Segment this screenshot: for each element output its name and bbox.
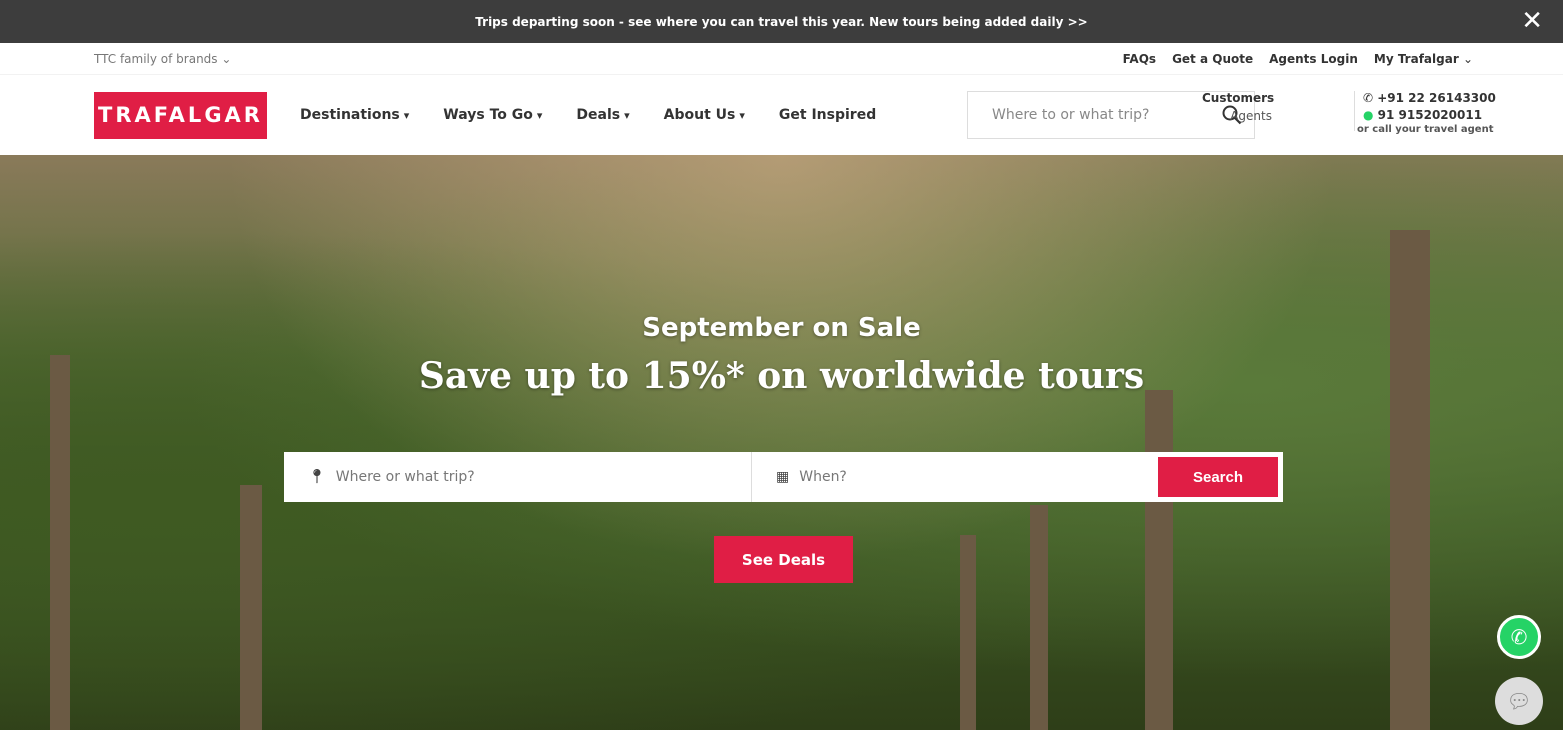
promo-banner-link[interactable]: Trips departing soon - see where you can… [475, 15, 1087, 29]
nav-ways-to-go[interactable]: Ways To Go ▾ [443, 107, 542, 123]
agents-login-link[interactable]: Agents Login [1269, 52, 1358, 66]
trip-search-bar: 📍︎ Where or what trip? ▦ When? Search [284, 452, 1283, 502]
when-placeholder: When? [799, 469, 847, 485]
hero-section: September on Sale Save up to 15%* on wor… [0, 155, 1563, 730]
phone-icon: ✆ [1363, 91, 1374, 105]
get-quote-link[interactable]: Get a Quote [1172, 52, 1253, 66]
close-icon[interactable]: ✕ [1521, 6, 1543, 36]
chevron-down-icon: ▾ [739, 109, 745, 122]
brands-label: TTC family of brands [94, 51, 218, 66]
see-deals-button[interactable]: See Deals [714, 536, 853, 583]
search-placeholder: Where to or what trip? [992, 107, 1150, 123]
nav-get-inspired[interactable]: Get Inspired [779, 107, 876, 123]
search-button[interactable]: Search [1158, 457, 1278, 497]
chevron-down-icon: ⌄ [1462, 51, 1473, 66]
chevron-down-icon: ⌄ [221, 51, 232, 66]
trafalgar-logo[interactable]: TRAFALGAR [94, 91, 267, 139]
my-trafalgar-dropdown[interactable]: My Trafalgar ⌄ [1374, 52, 1473, 66]
whatsapp-icon: ● [1363, 108, 1374, 122]
my-trafalgar-label: My Trafalgar [1373, 51, 1459, 66]
nav-label: About Us [663, 107, 736, 123]
whatsapp-chat-icon[interactable]: ✆ [1497, 615, 1541, 659]
brands-dropdown[interactable]: TTC family of brands ⌄ [94, 52, 231, 66]
travel-agent-note: or call your travel agent [1357, 124, 1494, 135]
calendar-icon: ▦ [776, 469, 790, 485]
customers-label: Customers [1202, 91, 1275, 105]
where-placeholder: Where or what trip? [335, 469, 475, 485]
chevron-down-icon: ▾ [624, 109, 630, 122]
chat-bubble-icon[interactable]: 💬︎ [1495, 677, 1543, 725]
nav-destinations[interactable]: Destinations ▾ [300, 107, 409, 123]
nav-deals[interactable]: Deals ▾ [576, 107, 629, 123]
when-input[interactable]: ▦ When? [752, 469, 1158, 485]
nav-about-us[interactable]: About Us ▾ [664, 107, 745, 123]
chevron-down-icon: ▾ [403, 109, 410, 122]
location-pin-icon: 📍︎ [308, 469, 326, 485]
nav-label: Destinations [300, 107, 400, 123]
nav-label: Ways To Go [443, 107, 533, 123]
agents-label: Agents [1230, 109, 1272, 123]
customer-phone[interactable]: +91 22 26143300 [1377, 91, 1496, 105]
nav-label: Deals [576, 107, 621, 123]
chevron-down-icon: ▾ [536, 109, 543, 122]
hero-subtitle: September on Sale [642, 313, 921, 343]
promo-banner: Trips departing soon - see where you can… [0, 0, 1563, 43]
where-input[interactable]: 📍︎ Where or what trip? [284, 452, 752, 502]
utility-bar: TTC family of brands ⌄ FAQs Get a Quote … [0, 43, 1563, 75]
hero-title: Save up to 15%* on worldwide tours [418, 355, 1145, 397]
main-nav: TRAFALGAR Destinations ▾ Ways To Go ▾ Deal… [0, 75, 1563, 155]
agent-whatsapp[interactable]: 91 9152020011 [1378, 108, 1482, 122]
faqs-link[interactable]: FAQs [1123, 52, 1156, 66]
